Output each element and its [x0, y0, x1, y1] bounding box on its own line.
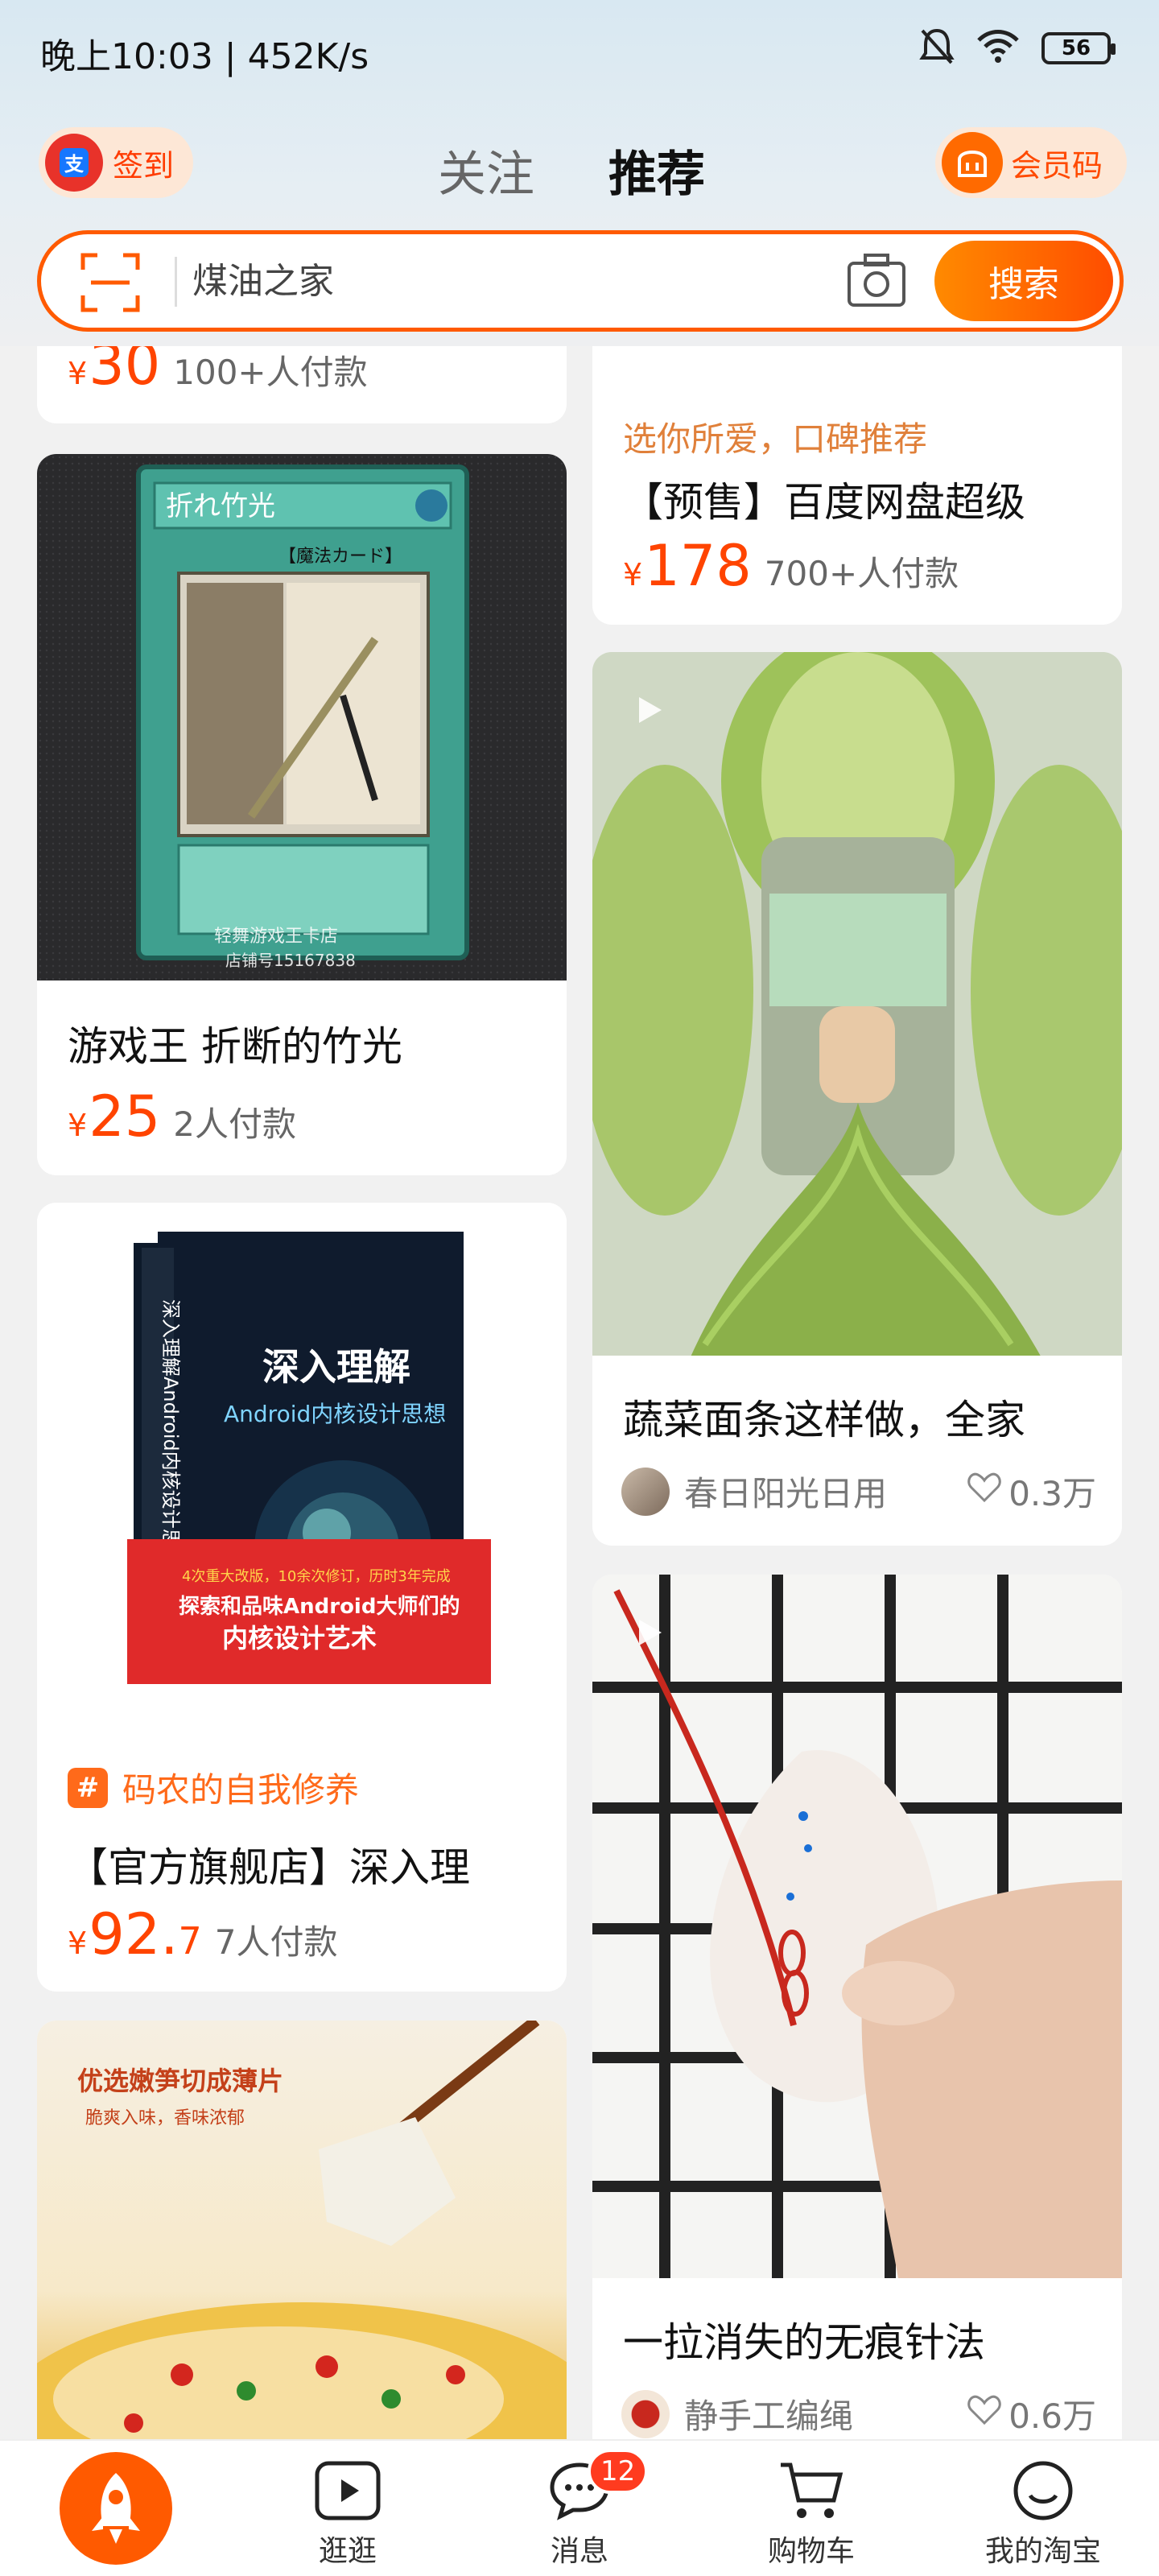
- header: 晚上10:03 | 452K/s 56 支 签到 关注 推荐 会员码 煤油之家 …: [0, 0, 1159, 346]
- book-spine-text: 深入理解Android内核设计思想: [159, 1299, 182, 1567]
- avatar: [621, 2389, 670, 2438]
- camera-icon[interactable]: [846, 252, 907, 313]
- nav-browse[interactable]: 逛逛: [232, 2441, 464, 2576]
- alipay-icon: 支: [45, 134, 103, 192]
- product-title: 【官方旗舰店】深入理: [68, 1844, 470, 1891]
- nav-messages[interactable]: 12 消息: [464, 2441, 695, 2576]
- member-code-icon: [942, 132, 1003, 193]
- price: ¥178 700+人付款: [623, 533, 959, 599]
- product-tagline: 选你所爱，口碑推荐: [623, 419, 928, 459]
- sold-count: 2人付款: [173, 1104, 296, 1144]
- nav-cart[interactable]: 购物车: [695, 2441, 927, 2576]
- nav-label: 消息: [550, 2535, 608, 2568]
- video-thumbnail: [592, 652, 1122, 1360]
- hash-icon: #: [68, 1767, 108, 1808]
- price-value: 92.: [89, 1901, 179, 1967]
- like-button[interactable]: 0.6万: [967, 2389, 1096, 2438]
- product-card-3[interactable]: 深入理解Android内核设计思想 深入理解 Android内核设计思想 4次重…: [37, 1203, 567, 1992]
- rocket-icon: [60, 2452, 172, 2565]
- status-time: 晚上10:03 | 452K/s: [40, 36, 369, 77]
- product-image: 深入理解Android内核设计思想 深入理解 Android内核设计思想 4次重…: [37, 1203, 567, 1729]
- product-title: 游戏王 折断的竹光: [68, 1023, 402, 1070]
- chat-icon: 12: [547, 2449, 649, 2523]
- search-input[interactable]: [192, 250, 756, 312]
- status-icons: 56: [919, 27, 1116, 69]
- smile-icon: [1011, 2458, 1075, 2523]
- cart-icon: [777, 2458, 845, 2523]
- member-code-button[interactable]: 会员码: [935, 127, 1127, 198]
- scan-icon[interactable]: [80, 252, 141, 316]
- avatar: [621, 1467, 670, 1516]
- signin-label: 签到: [113, 147, 175, 184]
- price-decimal: 7: [178, 1919, 202, 1963]
- card-type-text: 【魔法カード】: [278, 547, 402, 567]
- like-count: 0.6万: [1008, 2396, 1096, 2436]
- play-icon: [631, 692, 666, 731]
- signin-button[interactable]: 支 签到: [39, 127, 193, 198]
- topic-label: 码农的自我修养: [122, 1770, 360, 1810]
- like-button[interactable]: 0.3万: [967, 1467, 1096, 1516]
- like-count: 0.3万: [1008, 1474, 1096, 1513]
- book-banner-1: 4次重大改版，10余次修订，历时3年完成: [182, 1568, 451, 1585]
- search-button[interactable]: 搜索: [934, 241, 1113, 321]
- nav-label: 我的淘宝: [984, 2535, 1101, 2568]
- nav-home[interactable]: [0, 2441, 232, 2576]
- battery-icon: 56: [1041, 32, 1116, 64]
- author-name: 静手工编绳: [684, 2396, 854, 2436]
- author-row[interactable]: 静手工编绳 0.6万: [621, 2389, 1096, 2438]
- author-name: 春日阳光日用: [684, 1474, 888, 1513]
- nav-label: 购物车: [767, 2535, 855, 2568]
- video-title: 蔬菜面条这样做，全家: [623, 1397, 1025, 1443]
- product-image: 优选嫩笋切成薄片 脆爽入味，香味浓郁: [37, 2021, 567, 2439]
- promo-line-2: 脆爽入味，香味浓郁: [85, 2108, 245, 2128]
- play-icon: [631, 1615, 666, 1653]
- watermark-2: 店铺号15167838: [225, 951, 356, 970]
- message-badge: 12: [588, 2449, 649, 2494]
- video-card-1[interactable]: 蔬菜面条这样做，全家 春日阳光日用 0.3万: [592, 652, 1122, 1546]
- svg-text:支: 支: [64, 153, 85, 175]
- book-subtitle-text: Android内核设计思想: [224, 1401, 446, 1427]
- product-card-5[interactable]: 选你所爱，口碑推荐 【预售】百度网盘超级 ¥178 700+人付款: [592, 306, 1122, 625]
- book-banner-3: 内核设计艺术: [222, 1623, 377, 1653]
- product-card-4[interactable]: 优选嫩笋切成薄片 脆爽入味，香味浓郁: [37, 2021, 567, 2439]
- author-row[interactable]: 春日阳光日用 0.3万: [621, 1467, 1096, 1516]
- nav-my-taobao[interactable]: 我的淘宝: [927, 2441, 1159, 2576]
- card-name-text: 折れ竹光: [166, 490, 275, 522]
- product-image: 折れ竹光 【魔法カード】 轻舞游戏王卡店 店铺号15167838: [37, 454, 567, 980]
- promo-line-1: 优选嫩笋切成薄片: [77, 2066, 283, 2096]
- bell-muted-icon: [919, 27, 955, 69]
- member-code-label: 会员码: [1011, 147, 1103, 184]
- video-thumbnail: [592, 1575, 1122, 2278]
- sold-count: 100+人付款: [173, 353, 368, 392]
- status-bar: 晚上10:03 | 452K/s 56: [0, 0, 1159, 105]
- price: ¥25 2人付款: [68, 1084, 296, 1150]
- nav-label: 逛逛: [318, 2535, 377, 2568]
- product-title: 【预售】百度网盘超级: [623, 479, 1025, 526]
- video-icon: [314, 2458, 382, 2523]
- video-card-2[interactable]: 一拉消失的无痕针法 静手工编绳 0.6万: [592, 1575, 1122, 2439]
- book-banner-2: 探索和品味Android大师们的: [179, 1594, 460, 1619]
- book-title-text: 深入理解: [262, 1345, 410, 1389]
- heart-icon: [967, 1472, 1002, 1512]
- sold-count: 700+人付款: [764, 554, 959, 593]
- heart-icon: [967, 2394, 1002, 2434]
- product-card-2[interactable]: 折れ竹光 【魔法カード】 轻舞游戏王卡店 店铺号15167838 游戏王 折断的…: [37, 454, 567, 1175]
- topic-tag[interactable]: # 码农的自我修养: [68, 1763, 359, 1812]
- price-value: 25: [89, 1084, 161, 1150]
- tab-follow[interactable]: 关注: [438, 135, 534, 205]
- top-nav: 支 签到 关注 推荐 会员码: [0, 121, 1159, 209]
- watermark-1: 轻舞游戏王卡店: [214, 927, 338, 947]
- sold-count: 7人付款: [214, 1922, 338, 1962]
- search-bar: 搜索: [37, 230, 1124, 332]
- wifi-icon: [975, 29, 1021, 68]
- bottom-nav: 逛逛 12 消息 购物车 我的淘宝: [0, 2439, 1159, 2576]
- tab-recommend[interactable]: 推荐: [608, 135, 705, 205]
- price-value: 178: [644, 533, 752, 599]
- video-title: 一拉消失的无痕针法: [623, 2319, 985, 2366]
- search-divider: [175, 257, 177, 307]
- product-feed: ¥30 100+人付款 折れ竹光 【魔法カード】 轻舞游戏王卡店 店铺号1516…: [0, 0, 1159, 2439]
- price: ¥92. 7 7人付款: [68, 1901, 338, 1967]
